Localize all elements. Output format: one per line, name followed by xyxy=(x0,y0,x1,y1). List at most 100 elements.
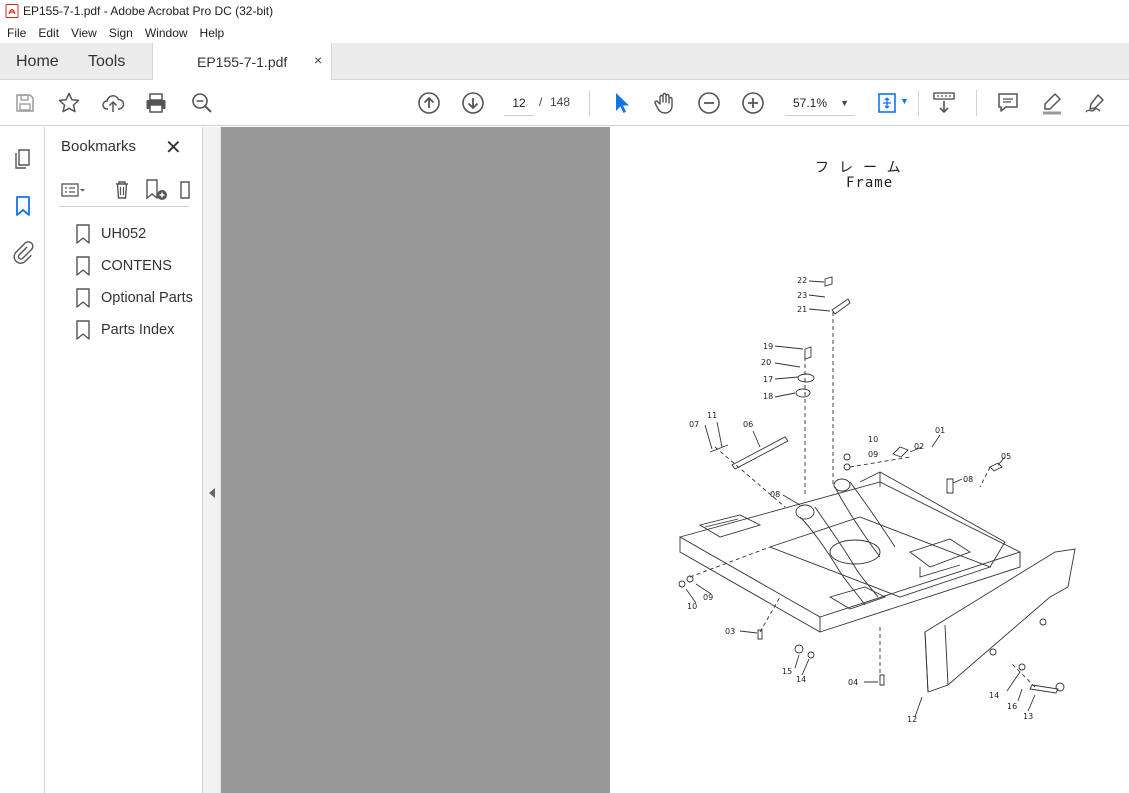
title-bar: EP155-7-1.pdf - Adobe Acrobat Pro DC (32… xyxy=(0,0,1129,22)
callout-label: 12 xyxy=(907,715,917,724)
bookmark-star-icon[interactable] xyxy=(57,91,81,115)
print-icon[interactable] xyxy=(144,91,168,115)
close-tab-icon[interactable]: × xyxy=(314,52,322,68)
page-thumbnails-icon[interactable] xyxy=(11,147,35,171)
callout-label: 11 xyxy=(707,411,717,420)
callout-label: 20 xyxy=(761,358,771,367)
callout-label: 14 xyxy=(796,675,806,684)
bookmark-icon xyxy=(75,320,91,340)
callout-label: 04 xyxy=(848,678,858,687)
bookmarks-panel: Bookmarks ✕ UH052 CONTENS Optional Parts… xyxy=(45,127,203,793)
callout-label: 16 xyxy=(1007,702,1017,711)
hand-icon[interactable] xyxy=(653,91,677,115)
save-icon[interactable] xyxy=(13,91,37,115)
acrobat-icon xyxy=(5,4,19,18)
callout-label: 06 xyxy=(743,420,753,429)
total-pages: 148 xyxy=(550,95,571,109)
callout-label: 08 xyxy=(963,475,973,484)
callout-label: 01 xyxy=(935,426,945,435)
select-cursor-icon[interactable] xyxy=(609,91,633,115)
scroll-mode-icon[interactable] xyxy=(932,91,956,115)
bookmark-label: CONTENS xyxy=(101,258,172,274)
bookmark-options-icon[interactable] xyxy=(59,177,85,203)
callout-label: 02 xyxy=(914,442,924,451)
callout-label: 17 xyxy=(763,375,773,384)
attachments-icon[interactable] xyxy=(11,240,35,264)
toolbar: 12 / 148 57.1% ▼ ▼ xyxy=(0,80,1129,126)
toolbar-divider-2 xyxy=(918,90,919,116)
zoom-value: 57.1% xyxy=(793,96,828,110)
collapse-panel-icon[interactable] xyxy=(207,487,217,499)
toolbar-divider-3 xyxy=(976,90,977,116)
bookmark-item-parts-index[interactable]: Parts Index xyxy=(75,319,174,341)
callout-label: 15 xyxy=(782,667,792,676)
find-zoom-icon[interactable] xyxy=(190,91,214,115)
page-number-input[interactable]: 12 xyxy=(504,90,534,116)
zoom-in-icon[interactable] xyxy=(741,91,765,115)
callout-label: 13 xyxy=(1023,712,1033,721)
panel-collapse-strip[interactable] xyxy=(203,127,221,793)
menu-view[interactable]: View xyxy=(64,26,102,40)
callout-label: 14 xyxy=(989,691,999,700)
expand-bookmark-icon[interactable] xyxy=(177,177,202,203)
callout-label: 10 xyxy=(687,602,697,611)
callout-label: 23 xyxy=(797,291,807,300)
zoom-select[interactable]: 57.1% ▼ xyxy=(785,90,855,116)
fit-page-icon[interactable] xyxy=(876,91,900,115)
comment-icon[interactable] xyxy=(996,91,1020,115)
callout-label: 18 xyxy=(763,392,773,401)
document-background xyxy=(221,127,610,793)
window-title: EP155-7-1.pdf - Adobe Acrobat Pro DC (32… xyxy=(23,4,274,18)
bookmark-label: UH052 xyxy=(101,226,147,242)
menu-bar: File Edit View Sign Window Help xyxy=(0,22,1129,43)
highlight-icon[interactable] xyxy=(1040,91,1064,115)
chevron-down-icon: ▼ xyxy=(840,98,849,108)
callout-label: 09 xyxy=(703,593,713,602)
callout-label: 05 xyxy=(1001,452,1011,461)
tab-document[interactable]: EP155-7-1.pdf × xyxy=(152,43,332,80)
frame-exploded-diagram: 22 23 21 19 20 17 18 11 07 06 10 09 02 0… xyxy=(678,276,1076,724)
new-bookmark-icon[interactable] xyxy=(143,177,169,203)
bookmarks-panel-title: Bookmarks xyxy=(61,138,137,155)
delete-bookmark-icon[interactable] xyxy=(109,177,135,203)
bookmark-item-optional-parts[interactable]: Optional Parts xyxy=(75,287,193,309)
left-navigation-rail xyxy=(0,127,45,793)
callout-label: 07 xyxy=(689,420,699,429)
zoom-out-icon[interactable] xyxy=(697,91,721,115)
page-down-icon[interactable] xyxy=(461,91,485,115)
callout-label: 10 xyxy=(868,435,878,444)
bookmark-item-uh052[interactable]: UH052 xyxy=(75,223,146,245)
pdf-page: フレーム Frame 22 23 21 19 20 17 18 11 07 06… xyxy=(610,127,1129,793)
callout-label: 08 xyxy=(770,490,780,499)
bookmarks-toolbar xyxy=(59,177,190,207)
toolbar-divider xyxy=(589,90,590,116)
callout-label: 03 xyxy=(725,627,735,636)
bookmark-icon xyxy=(75,256,91,276)
tab-row: Home Tools EP155-7-1.pdf × xyxy=(0,43,1129,80)
fit-page-chevron-icon[interactable]: ▼ xyxy=(900,96,909,106)
menu-file[interactable]: File xyxy=(0,26,31,40)
bookmarks-icon[interactable] xyxy=(11,194,35,218)
cloud-upload-icon[interactable] xyxy=(101,91,125,115)
bookmark-label: Optional Parts xyxy=(101,290,193,306)
tab-tools[interactable]: Tools xyxy=(88,53,125,71)
menu-sign[interactable]: Sign xyxy=(102,26,138,40)
tab-document-label: EP155-7-1.pdf xyxy=(197,54,288,70)
bookmark-icon xyxy=(75,288,91,308)
page-up-icon[interactable] xyxy=(417,91,441,115)
callout-label: 19 xyxy=(763,342,773,351)
document-view[interactable]: フレーム Frame 22 23 21 19 20 17 18 11 07 06… xyxy=(203,127,1129,793)
menu-help[interactable]: Help xyxy=(193,26,230,40)
bookmark-label: Parts Index xyxy=(101,322,175,338)
page-separator: / xyxy=(539,95,543,109)
menu-edit[interactable]: Edit xyxy=(31,26,64,40)
callout-label: 09 xyxy=(868,450,878,459)
callout-label: 22 xyxy=(797,276,807,285)
bookmark-item-contens[interactable]: CONTENS xyxy=(75,255,172,277)
close-panel-icon[interactable]: ✕ xyxy=(165,135,182,160)
tab-home[interactable]: Home xyxy=(16,53,59,71)
bookmark-icon xyxy=(75,224,91,244)
menu-window[interactable]: Window xyxy=(138,26,193,40)
sign-icon[interactable] xyxy=(1084,91,1108,115)
callout-label: 21 xyxy=(797,305,807,314)
